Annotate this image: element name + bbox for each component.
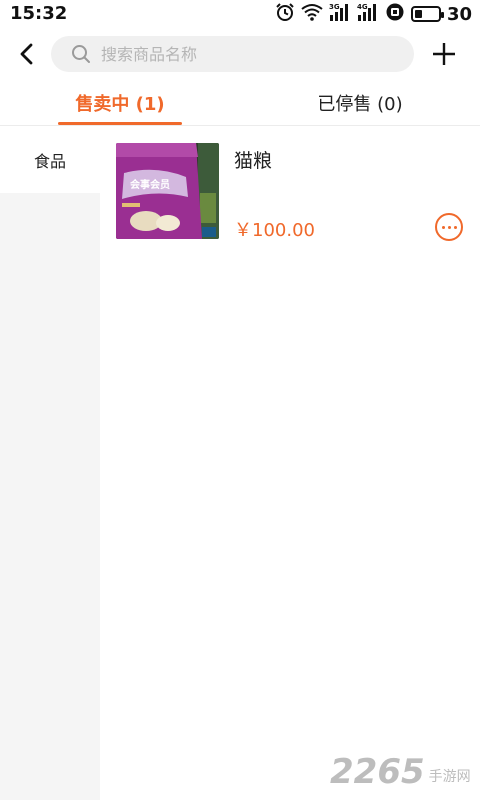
search-icon (72, 45, 90, 63)
active-tab-indicator (58, 122, 182, 125)
status-tabs: 售卖中 (1) 已停售 (0) (0, 80, 480, 126)
product-item[interactable]: 会事会员 猫粮 ￥100.00 (100, 127, 480, 257)
product-list: 会事会员 猫粮 ￥100.00 (100, 127, 480, 800)
battery-fill (414, 10, 422, 18)
signal-3g-icon: 3G (329, 2, 351, 26)
search-bar[interactable] (51, 36, 414, 72)
more-options-button[interactable] (435, 213, 463, 241)
product-price: ￥100.00 (234, 220, 315, 241)
product-image-text: 会事会员 (130, 178, 170, 191)
more-dot-icon (441, 225, 445, 229)
product-image[interactable]: 会事会员 (116, 143, 219, 239)
watermark-text: 手游网 (428, 769, 471, 785)
signal-3g-label: 3G (329, 3, 340, 11)
tab-on-sale[interactable]: 售卖中 (1) (56, 80, 184, 126)
more-dot-icon (453, 225, 457, 229)
watermark: 2265 手游网 (330, 752, 471, 792)
more-dot-icon (447, 225, 451, 229)
tab-discontinued[interactable]: 已停售 (0) (300, 80, 420, 126)
signal-4g-label: 4G (357, 3, 368, 11)
status-bar: 15:32 3G 4G 30 (0, 0, 480, 28)
signal-4g-icon: 4G (357, 2, 379, 26)
product-name: 猫粮 (234, 150, 273, 172)
search-input[interactable] (101, 44, 391, 64)
alarm-icon (275, 2, 295, 26)
back-button[interactable] (8, 34, 48, 74)
status-time: 15:32 (10, 3, 68, 24)
battery-level: 30 (446, 3, 472, 25)
add-product-button[interactable] (424, 34, 464, 74)
plus-icon (433, 43, 455, 65)
hd-icon (385, 2, 405, 26)
sidebar-item-food[interactable]: 食品 (0, 127, 100, 193)
watermark-number: 2265 (330, 752, 425, 792)
back-arrow-icon (20, 43, 33, 65)
wifi-icon (301, 3, 323, 25)
header (0, 30, 480, 78)
status-icons: 3G 4G 30 (275, 3, 472, 25)
category-sidebar: 食品 (0, 127, 100, 800)
battery-icon (410, 6, 444, 22)
